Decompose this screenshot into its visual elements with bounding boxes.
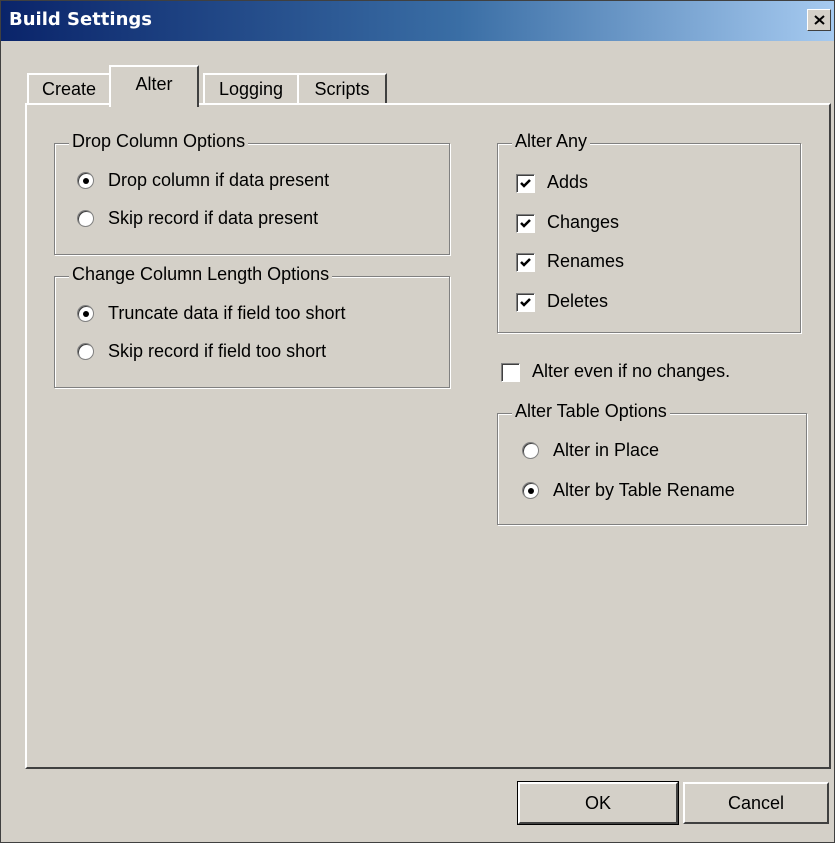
drop-column-options-group: Drop Column Options Drop column if data … <box>54 131 450 255</box>
tab-logging-label: Logging <box>218 79 284 99</box>
ok-button[interactable]: OK <box>517 781 679 825</box>
checkbox-checked-icon <box>516 174 535 193</box>
tab-scripts-label: Scripts <box>314 79 370 99</box>
deletes-label: Deletes <box>547 291 609 311</box>
change-column-length-title: Change Column Length Options <box>69 264 333 285</box>
tab-alter[interactable]: Alter <box>109 65 199 107</box>
radio-unselected-icon <box>77 343 94 360</box>
close-button[interactable] <box>807 9 831 31</box>
tab-alter-label: Alter <box>135 74 173 94</box>
checkbox-checked-icon <box>516 253 535 272</box>
checkbox-checked-icon <box>516 214 535 233</box>
alter-even-label: Alter even if no changes. <box>532 361 731 381</box>
tab-create[interactable]: Create <box>27 73 111 103</box>
alter-any-group: Alter Any Adds Changes Renames Deletes <box>497 131 801 333</box>
radio-unselected-icon <box>77 210 94 227</box>
alter-table-options-group: Alter Table Options Alter in Place Alter… <box>497 401 807 525</box>
tab-create-label: Create <box>41 79 97 99</box>
skip-record-field-label: Skip record if field too short <box>108 341 327 361</box>
radio-selected-icon <box>77 172 94 189</box>
drop-column-label: Drop column if data present <box>108 170 330 190</box>
tab-logging[interactable]: Logging <box>203 73 299 103</box>
change-column-length-group: Change Column Length Options Truncate da… <box>54 264 450 388</box>
window-title: Build Settings <box>9 9 152 30</box>
adds-label: Adds <box>547 172 589 192</box>
radio-selected-icon <box>77 305 94 322</box>
drop-column-options-title: Drop Column Options <box>69 131 249 152</box>
truncate-data-label: Truncate data if field too short <box>108 303 346 323</box>
changes-label: Changes <box>547 212 620 232</box>
title-bar[interactable]: Build Settings <box>1 1 834 41</box>
alter-any-title: Alter Any <box>512 131 591 152</box>
skip-record-data-label: Skip record if data present <box>108 208 319 228</box>
alter-table-options-title: Alter Table Options <box>512 401 670 422</box>
radio-unselected-icon <box>522 442 539 459</box>
checkbox-unchecked-icon <box>501 363 520 382</box>
renames-label: Renames <box>547 251 625 271</box>
checkbox-checked-icon <box>516 293 535 312</box>
radio-selected-icon <box>522 482 539 499</box>
alter-by-rename-label: Alter by Table Rename <box>553 480 735 500</box>
tab-scripts[interactable]: Scripts <box>297 73 387 103</box>
alter-tab-panel: Drop Column Options Drop column if data … <box>25 103 831 769</box>
build-settings-dialog: Build Settings Create Alter Logging Scri… <box>0 0 835 843</box>
alter-in-place-label: Alter in Place <box>553 440 660 460</box>
close-icon <box>814 15 825 25</box>
cancel-button[interactable]: Cancel <box>683 782 829 824</box>
